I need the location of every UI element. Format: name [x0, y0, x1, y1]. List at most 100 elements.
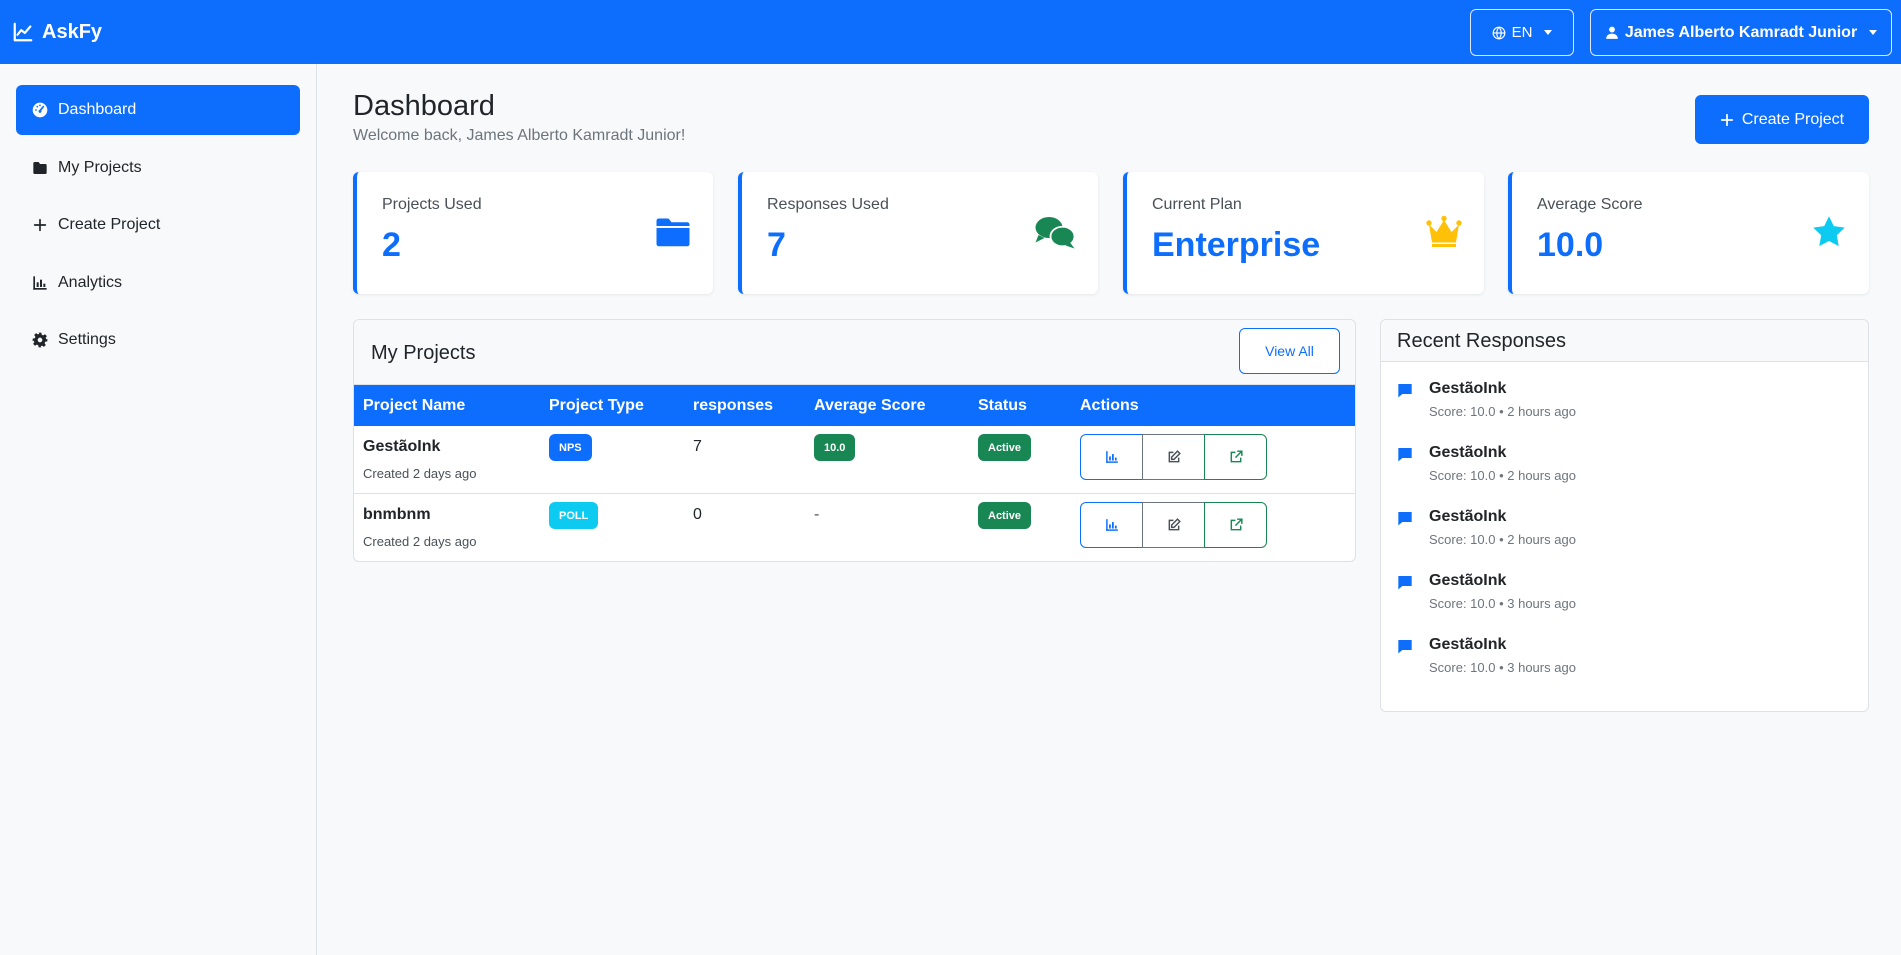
response-project-name: GestãoInk — [1429, 444, 1507, 461]
comment-icon — [1398, 384, 1412, 398]
response-meta: Score: 10.0 • 2 hours ago — [1429, 532, 1576, 547]
stat-value: 2 — [382, 226, 401, 264]
line-chart-icon — [13, 22, 33, 42]
list-item[interactable]: GestãoInk Score: 10.0 • 3 hours ago — [1397, 572, 1837, 622]
table-row: bnmbnm Created 2 days ago POLL 0 - Activ… — [354, 494, 1355, 561]
comment-icon — [1398, 448, 1412, 462]
list-item[interactable]: GestãoInk Score: 10.0 • 2 hours ago — [1397, 444, 1837, 494]
create-project-button[interactable]: Create Project — [1695, 95, 1869, 144]
project-created: Created 2 days ago — [363, 466, 477, 481]
stat-card-responses-used: Responses Used 7 — [738, 172, 1098, 294]
open-link-button[interactable] — [1204, 502, 1267, 548]
response-project-name: GestãoInk — [1429, 380, 1507, 397]
card-title: My Projects — [371, 342, 476, 364]
sidebar-item-label: Settings — [58, 331, 116, 348]
stat-card-current-plan: Current Plan Enterprise — [1123, 172, 1484, 294]
response-meta: Score: 10.0 • 2 hours ago — [1429, 468, 1576, 483]
sidebar-item-dashboard[interactable]: Dashboard — [16, 85, 300, 135]
column-header-average-score: Average Score — [814, 397, 926, 414]
folder-icon — [33, 162, 47, 174]
project-name[interactable]: GestãoInk — [363, 438, 440, 456]
list-item[interactable]: GestãoInk Score: 10.0 • 3 hours ago — [1397, 636, 1837, 686]
column-header-project-name: Project Name — [363, 397, 466, 414]
responses-count: 0 — [693, 506, 702, 523]
chevron-down-icon — [1869, 30, 1878, 35]
status-badge: Active — [978, 434, 1032, 461]
project-type-badge: NPS — [549, 434, 592, 461]
response-meta: Score: 10.0 • 2 hours ago — [1429, 404, 1576, 419]
comment-icon — [1398, 640, 1412, 654]
analytics-button[interactable] — [1080, 502, 1143, 548]
table-row: GestãoInk Created 2 days ago NPS 7 10.0 … — [354, 426, 1355, 494]
sidebar-item-analytics[interactable]: Analytics — [16, 258, 300, 308]
recent-responses-card: Recent Responses GestãoInk Score: 10.0 •… — [1380, 319, 1869, 712]
bar-chart-icon — [1105, 451, 1118, 463]
sidebar-item-label: Analytics — [58, 274, 123, 291]
response-project-name: GestãoInk — [1429, 636, 1507, 653]
column-header-project-type: Project Type — [549, 397, 644, 414]
open-link-button[interactable] — [1204, 434, 1267, 480]
view-all-button[interactable]: View All — [1239, 328, 1340, 374]
comment-icon — [1398, 576, 1412, 590]
globe-icon — [1492, 26, 1505, 40]
row-actions — [1080, 502, 1267, 548]
plus-icon — [33, 218, 47, 232]
edit-icon — [1168, 518, 1181, 531]
sidebar: Dashboard My Projects Create Project Ana… — [0, 64, 317, 955]
user-menu-dropdown[interactable]: James Alberto Kamradt Junior — [1590, 9, 1892, 56]
row-actions — [1080, 434, 1267, 480]
stat-card-average-score: Average Score 10.0 — [1508, 172, 1869, 294]
list-item[interactable]: GestãoInk Score: 10.0 • 2 hours ago — [1397, 508, 1837, 558]
my-projects-card: My Projects View All Project Name Projec… — [353, 319, 1356, 562]
sidebar-item-label: Dashboard — [58, 101, 137, 118]
dashboard-icon — [32, 102, 48, 118]
stat-value: 7 — [767, 226, 786, 264]
response-meta: Score: 10.0 • 3 hours ago — [1429, 660, 1576, 675]
brand-logo[interactable]: AskFy — [12, 18, 102, 46]
edit-button[interactable] — [1142, 434, 1205, 480]
status-badge: Active — [978, 502, 1032, 529]
folder-icon — [656, 218, 690, 247]
stat-label: Current Plan — [1152, 196, 1242, 213]
edit-button[interactable] — [1142, 502, 1205, 548]
bar-chart-icon — [33, 276, 47, 290]
table-header: Project Name Project Type responses Aver… — [354, 385, 1355, 426]
star-icon — [1813, 216, 1845, 247]
page-title: Dashboard — [353, 90, 495, 122]
project-type-badge: POLL — [549, 502, 599, 529]
card-header: Recent Responses — [1381, 320, 1868, 362]
stat-label: Responses Used — [767, 196, 889, 213]
response-project-name: GestãoInk — [1429, 572, 1507, 589]
card-title: Recent Responses — [1397, 330, 1566, 352]
analytics-button[interactable] — [1080, 434, 1143, 480]
project-created: Created 2 days ago — [363, 534, 477, 549]
sidebar-item-my-projects[interactable]: My Projects — [16, 143, 300, 193]
sidebar-item-settings[interactable]: Settings — [16, 315, 300, 365]
stat-label: Projects Used — [382, 196, 482, 213]
comment-icon — [1398, 512, 1412, 526]
stat-value: Enterprise — [1152, 226, 1321, 264]
stat-card-projects-used: Projects Used 2 — [353, 172, 713, 294]
sidebar-item-create-project[interactable]: Create Project — [16, 200, 300, 250]
brand-name: AskFy — [42, 20, 103, 43]
sidebar-item-label: Create Project — [58, 216, 161, 233]
list-item[interactable]: GestãoInk Score: 10.0 • 2 hours ago — [1397, 380, 1837, 430]
language-dropdown[interactable]: EN — [1470, 9, 1574, 56]
user-icon — [1605, 26, 1618, 39]
comments-icon — [1035, 217, 1076, 249]
top-navbar: AskFy EN James Alberto Kamradt Junior — [0, 0, 1901, 64]
plus-icon — [1720, 113, 1733, 126]
stat-value: 10.0 — [1537, 226, 1604, 264]
project-name[interactable]: bnmbnm — [363, 506, 431, 524]
bar-chart-icon — [1105, 519, 1118, 531]
column-header-status: Status — [978, 397, 1027, 414]
responses-count: 7 — [693, 438, 702, 455]
response-project-name: GestãoInk — [1429, 508, 1507, 525]
external-link-icon — [1230, 518, 1243, 531]
gear-icon — [32, 332, 48, 348]
crown-icon — [1426, 215, 1462, 247]
chevron-down-icon — [1544, 30, 1553, 35]
external-link-icon — [1230, 450, 1243, 463]
welcome-message: Welcome back, James Alberto Kamradt Juni… — [353, 127, 686, 144]
stat-label: Average Score — [1537, 196, 1643, 213]
